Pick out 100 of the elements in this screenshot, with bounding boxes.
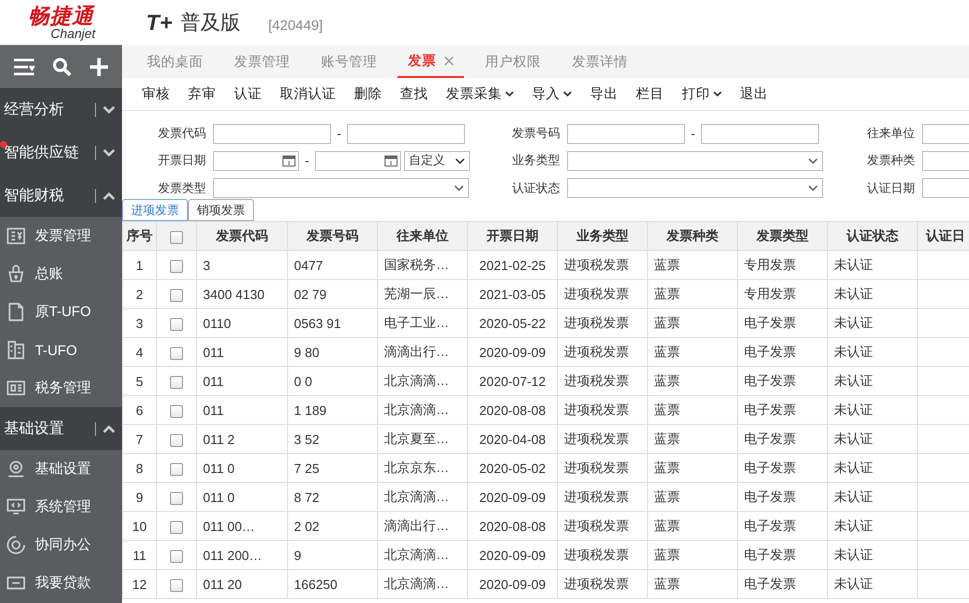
tab[interactable]: 销项发票	[188, 199, 254, 221]
chevron-up-icon	[102, 190, 116, 200]
table-cell: 011	[196, 338, 288, 366]
toolbar-button[interactable]: 弃审	[180, 83, 224, 105]
sidebar-item[interactable]: 税务管理	[0, 369, 122, 407]
calendar-icon[interactable]	[282, 154, 296, 168]
input-field[interactable]	[922, 124, 969, 144]
checkbox[interactable]	[170, 288, 183, 302]
input-field[interactable]	[701, 124, 819, 144]
table-cell: 2	[122, 280, 156, 308]
table-cell: 9	[122, 482, 156, 512]
filter-label: 发票类型	[158, 180, 207, 197]
toolbar-button[interactable]: 删除	[346, 83, 390, 105]
calendar-icon[interactable]	[384, 154, 398, 168]
checkbox[interactable]	[170, 260, 183, 273]
filter-label: 发票号码	[512, 125, 561, 142]
table-cell: 3	[196, 250, 288, 280]
product-name: 普及版	[180, 11, 240, 36]
table-cell: 2021-03-05	[468, 280, 558, 308]
input-field[interactable]	[922, 150, 969, 171]
table-cell: 进项税发票	[558, 570, 648, 598]
checkbox[interactable]	[170, 346, 183, 360]
table-cell: 7 25	[288, 454, 378, 482]
toolbar-button[interactable]: 取消认证	[272, 83, 344, 105]
table-cell: 2020-05-02	[468, 454, 558, 482]
date-field[interactable]	[315, 150, 401, 171]
table-cell: 进项税发票	[558, 396, 648, 424]
toolbar-button[interactable]: 打印	[674, 83, 730, 105]
account-text: [420449]	[268, 16, 323, 32]
chevron-down-icon	[455, 158, 465, 164]
menu-icon[interactable]	[12, 58, 35, 76]
toolbar-button[interactable]: 认证	[226, 83, 270, 105]
product-mark: T+	[146, 10, 172, 36]
sidebar-item[interactable]: 发票管理	[0, 217, 122, 255]
sidebar-section[interactable]: 基础设置	[0, 407, 122, 450]
table-cell: 进项税发票	[558, 512, 648, 540]
close-icon[interactable]	[444, 56, 454, 66]
date-field[interactable]	[213, 150, 299, 171]
table-cell: 12	[122, 570, 156, 598]
input-field[interactable]	[347, 124, 465, 144]
column-header: 开票日期	[468, 222, 558, 250]
toolbar-button[interactable]: 发票采集	[438, 83, 522, 105]
table-cell: 蓝票	[648, 512, 738, 540]
sidebar-item[interactable]: T-UFO	[0, 331, 122, 369]
sidebar-item[interactable]: 总账	[0, 255, 122, 293]
toolbar-button[interactable]: 导入	[524, 83, 580, 105]
column-header: 认证状态	[828, 222, 918, 250]
table-cell: 8	[122, 454, 156, 482]
table-cell: 3400 4130	[196, 280, 288, 308]
table-cell: 3 52	[288, 424, 378, 454]
table-cell: 0110	[196, 308, 288, 338]
select-field[interactable]: 自定义	[404, 150, 470, 171]
table-cell: 0 0	[288, 366, 378, 396]
sidebar-section[interactable]: 智能财税	[0, 174, 122, 217]
sidebar-item[interactable]: 原T-UFO	[0, 293, 122, 331]
table-cell: 未认证	[828, 482, 918, 512]
sidebar-section[interactable]: 智能供应链	[0, 131, 122, 174]
search-icon[interactable]	[52, 56, 72, 76]
checkbox[interactable]	[170, 520, 183, 534]
checkbox[interactable]	[170, 376, 183, 389]
toolbar-button[interactable]: 查找	[392, 83, 436, 105]
checkbox[interactable]	[170, 230, 183, 244]
checkbox[interactable]	[170, 550, 183, 563]
checkbox[interactable]	[170, 578, 183, 592]
caret-icon	[563, 91, 572, 97]
table-cell: 进项税发票	[558, 308, 648, 338]
plus-icon[interactable]	[89, 56, 110, 76]
tab[interactable]: 发票	[397, 45, 464, 78]
checkbox[interactable]	[170, 404, 183, 418]
table-cell: 未认证	[828, 280, 918, 308]
sidebar-item[interactable]: 系统管理	[0, 488, 122, 526]
toolbar-button[interactable]: 导出	[582, 83, 626, 105]
table-cell: 2020-09-09	[468, 540, 558, 570]
input-field[interactable]	[567, 124, 685, 144]
checkbox[interactable]	[170, 318, 183, 331]
checkbox[interactable]	[170, 492, 183, 505]
input-field[interactable]	[922, 178, 969, 198]
tab[interactable]: 进项发票	[122, 199, 188, 221]
table-cell: 进项税发票	[558, 454, 648, 482]
select-field[interactable]	[567, 178, 823, 198]
table-cell: 4	[122, 338, 156, 366]
checkbox[interactable]	[170, 462, 183, 476]
toolbar-button[interactable]: 退出	[732, 83, 776, 105]
table-cell: 未认证	[828, 396, 918, 424]
table-cell: 国家税务…	[378, 250, 468, 280]
toolbar-button[interactable]: 栏目	[628, 83, 672, 105]
sidebar-item[interactable]: 基础设置	[0, 450, 122, 488]
toolbar-button[interactable]: 审核	[134, 83, 178, 105]
input-field[interactable]	[213, 124, 331, 144]
select-field[interactable]	[567, 150, 823, 171]
checkbox[interactable]	[170, 434, 183, 447]
chevron-down-icon	[808, 158, 818, 164]
sidebar-item[interactable]: 协同办公	[0, 526, 122, 564]
table-cell: 进项税发票	[558, 366, 648, 396]
table-cell: 专用发票	[738, 250, 828, 280]
select-field[interactable]	[213, 178, 469, 198]
table-cell: 电子发票	[738, 540, 828, 570]
sidebar-item[interactable]: 我要贷款	[0, 564, 122, 602]
filter-label: 往来单位	[867, 125, 916, 142]
sidebar-section[interactable]: 经营分析	[0, 88, 122, 131]
